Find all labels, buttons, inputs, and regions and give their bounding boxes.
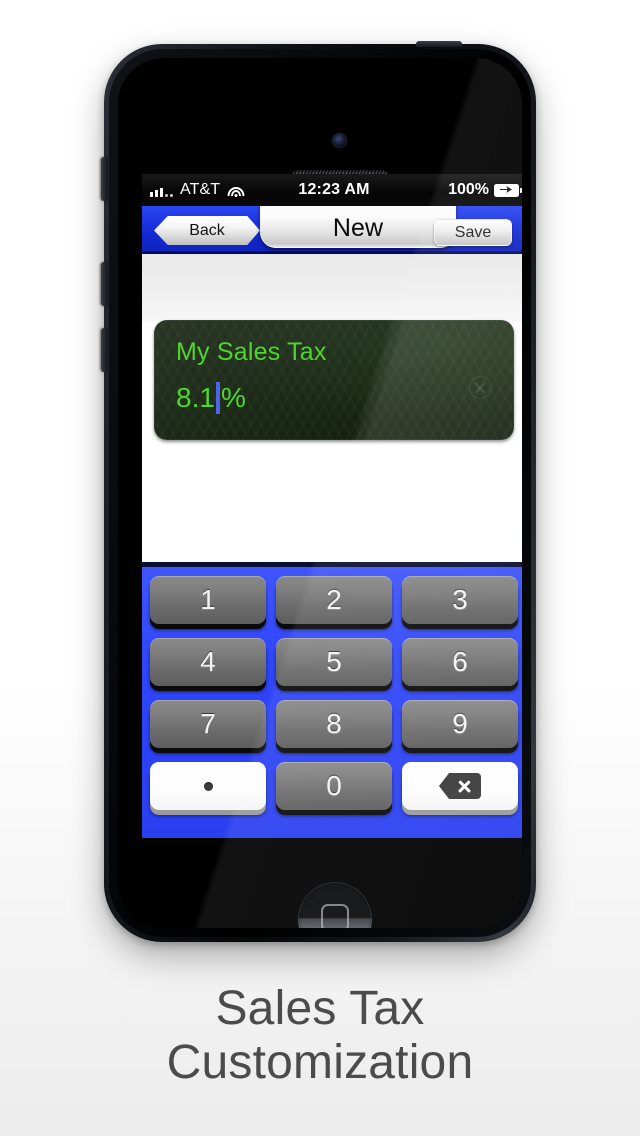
key-label: 5 xyxy=(326,646,342,677)
mute-switch[interactable] xyxy=(101,157,108,201)
tax-entry-display[interactable]: My Sales Tax 8.1 % xyxy=(154,320,514,440)
caption-line-2: Customization xyxy=(166,1035,474,1089)
key-backspace[interactable] xyxy=(402,762,518,810)
key-6[interactable]: 6 xyxy=(402,638,518,686)
key-label: 7 xyxy=(200,708,216,739)
caption-line-1: Sales Tax xyxy=(215,982,425,1035)
screenshot-root: AT&T 12:23 AM 100% Back New Save My Sale… xyxy=(0,0,640,1136)
back-button[interactable]: Back xyxy=(154,216,260,245)
key-7[interactable]: 7 xyxy=(150,700,266,748)
caption: Sales Tax Customization xyxy=(0,982,640,1090)
save-button[interactable]: Save xyxy=(434,219,512,246)
key-4[interactable]: 4 xyxy=(150,638,266,686)
key-5[interactable]: 5 xyxy=(276,638,392,686)
key-label: 8 xyxy=(326,708,342,739)
back-button-label: Back xyxy=(189,221,225,239)
volume-down-button[interactable] xyxy=(101,328,108,372)
battery-charging-icon xyxy=(494,183,522,197)
keypad-row: 1 2 3 xyxy=(150,576,518,629)
status-bar: AT&T 12:23 AM 100% xyxy=(142,174,522,206)
key-label: 9 xyxy=(452,708,468,739)
page-title: New xyxy=(260,206,456,248)
page-title-label: New xyxy=(332,214,384,242)
clock-label: 12:23 AM xyxy=(298,181,370,198)
key-label: 3 xyxy=(452,584,468,615)
key-9[interactable]: 9 xyxy=(402,700,518,748)
backspace-icon xyxy=(439,773,481,799)
key-2[interactable]: 2 xyxy=(276,576,392,624)
keypad-row: 0 xyxy=(150,762,518,815)
clear-circle-x-icon[interactable] xyxy=(469,376,492,399)
content-area: My Sales Tax 8.1 % xyxy=(142,254,522,562)
volume-up-button[interactable] xyxy=(101,262,108,306)
front-camera-icon xyxy=(333,134,346,147)
key-3[interactable]: 3 xyxy=(402,576,518,624)
keypad-row: 7 8 9 xyxy=(150,700,518,753)
key-label: 2 xyxy=(326,584,342,615)
key-label: 1 xyxy=(200,584,216,615)
tax-name-field[interactable]: My Sales Tax xyxy=(176,338,327,367)
phone-screen: AT&T 12:23 AM 100% Back New Save My Sale… xyxy=(142,174,522,838)
tax-rate-value: 8.1 xyxy=(176,382,215,413)
phone-bezel: AT&T 12:23 AM 100% Back New Save My Sale… xyxy=(109,49,531,937)
power-button[interactable] xyxy=(416,41,462,47)
tax-rate-field[interactable]: 8.1 % xyxy=(176,382,246,414)
home-button-icon[interactable] xyxy=(298,882,372,928)
key-0[interactable]: 0 xyxy=(276,762,392,810)
key-1[interactable]: 1 xyxy=(150,576,266,624)
key-decimal[interactable] xyxy=(150,762,266,810)
dot-icon xyxy=(203,781,213,791)
key-label: 4 xyxy=(200,646,216,677)
numeric-keypad: 1 2 3 4 5 6 7 8 9 0 xyxy=(142,562,522,838)
save-button-label: Save xyxy=(454,223,492,241)
key-label: 6 xyxy=(452,646,468,677)
content-top-gradient xyxy=(142,254,522,322)
phone-front-glass: AT&T 12:23 AM 100% Back New Save My Sale… xyxy=(118,58,522,928)
iphone-device-frame: AT&T 12:23 AM 100% Back New Save My Sale… xyxy=(101,41,536,942)
key-8[interactable]: 8 xyxy=(276,700,392,748)
text-caret xyxy=(215,382,220,414)
keypad-row: 4 5 6 xyxy=(150,638,518,691)
key-label: 0 xyxy=(326,770,342,801)
tax-rate-unit: % xyxy=(220,382,246,413)
navigation-bar: Back New Save xyxy=(142,206,522,254)
